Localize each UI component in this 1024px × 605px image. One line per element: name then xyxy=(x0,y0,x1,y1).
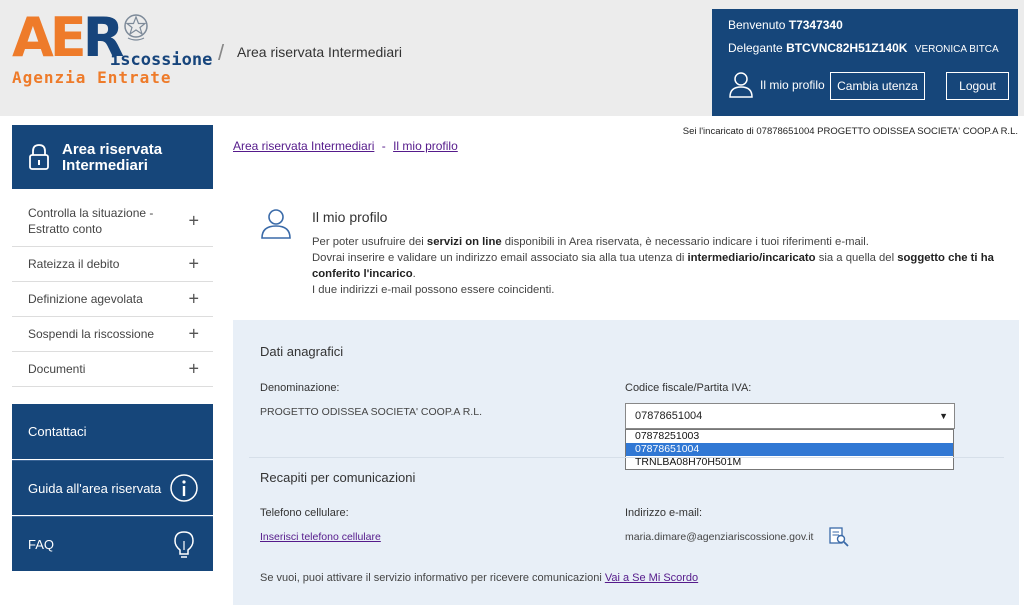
guida-button[interactable]: Guida all'area riservata xyxy=(12,460,213,515)
plus-icon: + xyxy=(188,288,199,309)
text: Dovrai inserire e validare un indirizzo … xyxy=(312,252,688,264)
breadcrumb: Area riservata Intermediari - Il mio pro… xyxy=(233,139,458,153)
edit-search-icon[interactable] xyxy=(829,527,849,547)
logo-agenzia: Agenzia Entrate xyxy=(12,68,172,87)
dropdown-arrow-icon: ▼ xyxy=(939,411,948,421)
header: AER iscossione Agenzia Entrate / Area ri… xyxy=(0,0,1024,116)
lightbulb-icon xyxy=(174,531,194,558)
text: . xyxy=(412,268,416,280)
profile-panel: Dati anagrafici Denominazione: PROGETTO … xyxy=(233,320,1019,605)
description-line-2: Dovrai inserire e validare un indirizzo … xyxy=(312,250,1002,282)
codice-fiscale-select[interactable]: 07878651004 ▼ xyxy=(625,403,955,429)
sidebar-item-label: Definizione agevolata xyxy=(28,292,143,306)
change-user-button[interactable]: Cambia utenza xyxy=(830,72,925,100)
incaricato-info: Sei l'incaricato di 07878651004 PROGETTO… xyxy=(682,126,1018,137)
logo-letters: AER xyxy=(12,6,124,69)
breadcrumb-area-riservata[interactable]: Area riservata Intermediari xyxy=(233,139,374,153)
plus-icon: + xyxy=(188,253,199,274)
user-icon xyxy=(729,72,753,98)
delegante-label: Delegante xyxy=(728,41,783,55)
info-service-text: Se vuoi, puoi attivare il servizio infor… xyxy=(260,572,698,584)
text-bold: intermediario/incaricato xyxy=(687,252,816,264)
header-title: Area riservata Intermediari xyxy=(237,44,402,60)
sidebar-item-documenti[interactable]: Documenti + xyxy=(12,352,213,387)
divider xyxy=(249,457,1004,458)
sidebar-header: Area riservata Intermediari xyxy=(12,125,213,189)
user-panel: Benvenuto T7347340 Delegante BTCVNC82H51… xyxy=(712,9,1018,116)
email-label: Indirizzo e-mail: xyxy=(625,507,703,519)
sidebar-item-label: Documenti xyxy=(28,362,86,376)
sidebar-header-title: Area riservata Intermediari xyxy=(62,141,163,174)
telefono-label: Telefono cellulare: xyxy=(260,507,349,519)
text: Per poter usufruire dei xyxy=(312,236,427,248)
sidebar-item-definizione[interactable]: Definizione agevolata + xyxy=(12,282,213,317)
logo[interactable]: AER iscossione Agenzia Entrate xyxy=(10,6,213,88)
codice-fiscale-label: Codice fiscale/Partita IVA: xyxy=(625,382,752,394)
delegante-code: BTCVNC82H51Z140K xyxy=(786,41,908,55)
sidebar-item-label: Rateizza il debito xyxy=(28,257,120,271)
codice-fiscale-dropdown: 07878251003 07878651004 TRNLBA08H70H501M xyxy=(625,429,954,470)
plus-icon: + xyxy=(188,323,199,344)
info-icon xyxy=(170,474,198,502)
logo-riscossione: iscossione xyxy=(110,50,213,70)
breadcrumb-mio-profilo[interactable]: Il mio profilo xyxy=(393,139,458,153)
faq-button[interactable]: FAQ xyxy=(12,516,213,571)
contattaci-label: Contattaci xyxy=(28,424,87,439)
my-profile-label: Il mio profilo xyxy=(760,78,825,92)
welcome-line: Benvenuto T7347340 xyxy=(728,18,843,32)
sidebar-item-label: Controlla la situazione - Estratto conto xyxy=(28,205,154,236)
section-title-anagrafici: Dati anagrafici xyxy=(260,344,344,359)
contattaci-button[interactable]: Contattaci xyxy=(12,404,213,459)
delegante-line: Delegante BTCVNC82H51Z140K VERONICA BITC… xyxy=(728,41,999,55)
profile-icon xyxy=(261,209,291,239)
dropdown-option[interactable]: 07878251003 xyxy=(626,430,953,443)
description-line-1: Per poter usufruire dei servizi on line … xyxy=(312,234,1002,250)
denominazione-value: PROGETTO ODISSEA SOCIETA' COOP.A R.L. xyxy=(260,406,482,418)
sidebar-item-estratto-conto[interactable]: Controlla la situazione - Estratto conto… xyxy=(12,195,213,247)
codice-fiscale-selected: 07878651004 xyxy=(635,410,703,422)
sidebar-item-rateizza[interactable]: Rateizza il debito + xyxy=(12,247,213,282)
page-title: Il mio profilo xyxy=(312,209,388,225)
sidebar-menu: Controlla la situazione - Estratto conto… xyxy=(12,195,213,387)
lock-icon xyxy=(29,144,49,170)
plus-icon: + xyxy=(188,210,199,230)
dropdown-option-selected[interactable]: 07878651004 xyxy=(626,443,953,456)
sidebar-item-sospendi[interactable]: Sospendi la riscossione + xyxy=(12,317,213,352)
welcome-code: T7347340 xyxy=(788,18,843,32)
email-value: maria.dimare@agenziariscossione.gov.it xyxy=(625,531,814,543)
info-service-label: Se vuoi, puoi attivare il servizio infor… xyxy=(260,572,605,584)
welcome-label: Benvenuto xyxy=(728,18,786,32)
breadcrumb-separator: - xyxy=(381,139,386,153)
plus-icon: + xyxy=(188,358,199,379)
section-title-recapiti: Recapiti per comunicazioni xyxy=(260,470,416,485)
text: disponibili in Area riservata, è necessa… xyxy=(501,236,869,248)
delegante-name: VERONICA BITCA xyxy=(914,44,999,55)
sidebar-item-label: Sospendi la riscossione xyxy=(28,327,155,341)
logout-button[interactable]: Logout xyxy=(946,72,1009,100)
denominazione-label: Denominazione: xyxy=(260,382,340,394)
text-bold: servizi on line xyxy=(426,236,502,248)
guida-label: Guida all'area riservata xyxy=(28,480,162,496)
faq-label: FAQ xyxy=(28,536,55,552)
description-line-3: I due indirizzi e-mail possono essere co… xyxy=(312,284,555,296)
title-separator: / xyxy=(218,40,225,65)
emblem-icon xyxy=(124,14,148,41)
my-profile-link[interactable]: Il mio profilo xyxy=(728,71,825,99)
se-mi-scordo-link[interactable]: Vai a Se Mi Scordo xyxy=(605,572,698,584)
text: sia a quella del xyxy=(815,252,898,264)
add-phone-link[interactable]: Inserisci telefono cellulare xyxy=(260,531,381,543)
profile-description: Per poter usufruire dei servizi on line … xyxy=(312,234,1002,298)
